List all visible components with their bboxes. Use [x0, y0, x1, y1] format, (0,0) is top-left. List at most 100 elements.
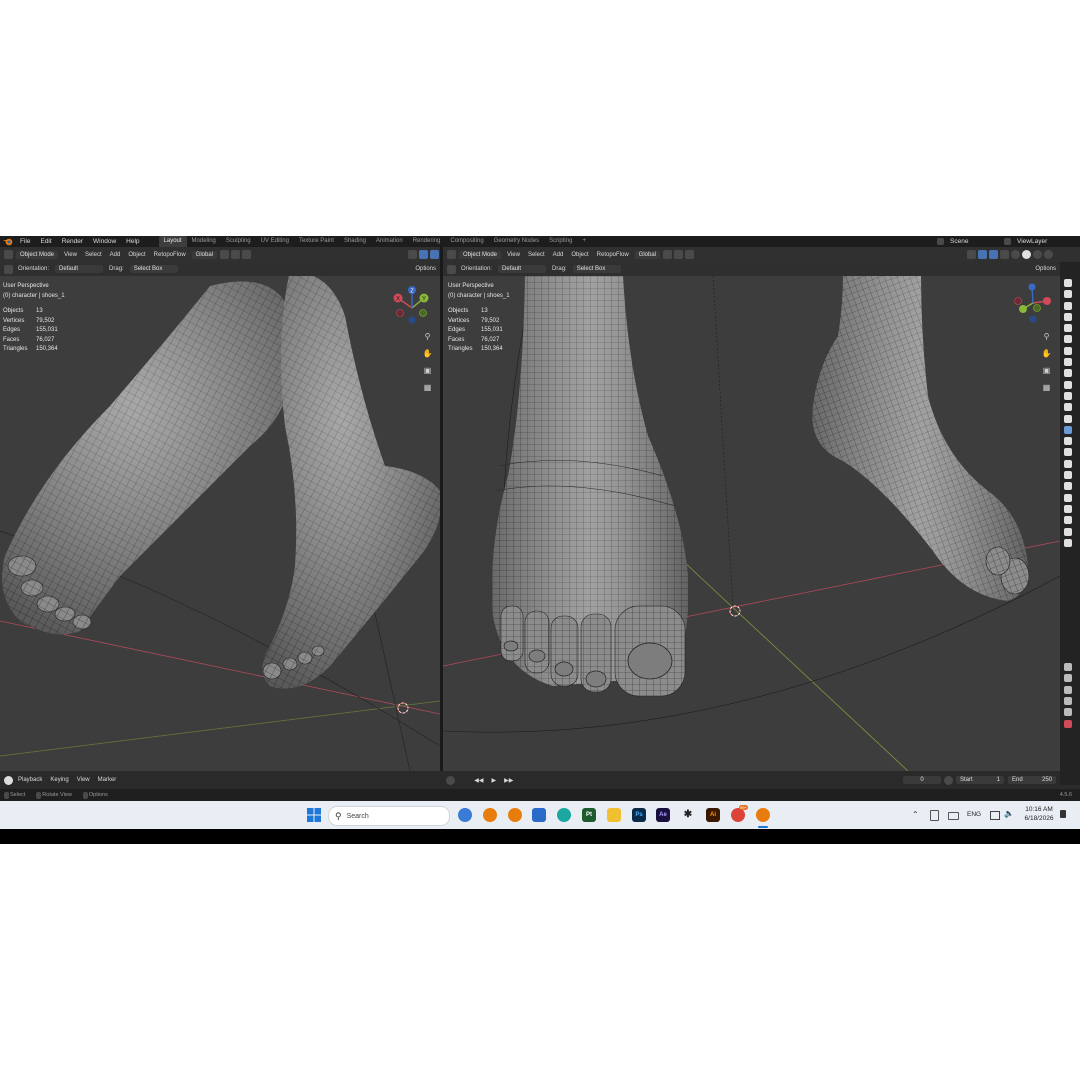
shading-rendered-icon[interactable]	[1044, 250, 1053, 259]
navigation-gizmo[interactable]: X Y Z	[390, 286, 434, 330]
view-layer-selector[interactable]: ViewLayer	[1012, 238, 1070, 245]
pivot-icon[interactable]	[242, 250, 252, 259]
camera-icon[interactable]	[1064, 493, 1072, 502]
tab-animation[interactable]: Animation	[371, 236, 408, 247]
orientation-default-dropdown[interactable]: Default	[498, 265, 547, 273]
timeline-editor-icon[interactable]	[4, 775, 13, 785]
add-menu[interactable]: Add	[106, 252, 125, 258]
store-icon[interactable]	[532, 808, 546, 822]
clock-icon[interactable]	[944, 775, 953, 785]
zoom-icon[interactable]: ⚲	[1041, 331, 1052, 342]
gizmo-toggle-icon[interactable]	[419, 250, 428, 259]
view-layer-properties-icon[interactable]	[1064, 697, 1072, 706]
mode-dropdown[interactable]: Object Mode	[16, 250, 59, 259]
illustrator-icon[interactable]: Ai	[706, 808, 720, 822]
camera-icon[interactable]	[1064, 504, 1072, 513]
camera-icon[interactable]	[1064, 312, 1072, 321]
display-icon[interactable]	[990, 811, 1000, 820]
options-dropdown[interactable]: Options	[1031, 266, 1060, 272]
drag-dropdown[interactable]: Select Box	[129, 265, 178, 273]
proportional-icon[interactable]	[674, 250, 684, 259]
camera-icon[interactable]	[1064, 335, 1072, 344]
after-effects-icon[interactable]: Ae	[656, 808, 670, 822]
mode-dropdown[interactable]: Object Mode	[459, 250, 502, 259]
camera-icon[interactable]	[1064, 279, 1072, 287]
retopoflow-menu[interactable]: RetopoFlow	[150, 252, 190, 258]
blender-logo[interactable]	[3, 237, 13, 246]
menu-render[interactable]: Render	[57, 238, 88, 245]
visibility-icon[interactable]	[967, 250, 976, 259]
marker-menu[interactable]: Marker	[94, 777, 121, 783]
drag-dropdown[interactable]: Select Box	[572, 265, 621, 273]
end-frame-field[interactable]: End 250	[1008, 776, 1056, 784]
tab-rendering[interactable]: Rendering	[408, 236, 446, 247]
tab-sculpting[interactable]: Sculpting	[221, 236, 256, 247]
orientation-default-dropdown[interactable]: Default	[55, 265, 104, 273]
menu-edit[interactable]: Edit	[35, 238, 56, 245]
proportional-icon[interactable]	[231, 250, 241, 259]
right-viewport[interactable]: User Perspective (0) character | shoes_1…	[443, 276, 1060, 771]
navigation-gizmo[interactable]	[1011, 281, 1055, 325]
add-workspace-button[interactable]: +	[577, 236, 591, 247]
record-icon[interactable]	[446, 775, 456, 785]
camera-icon[interactable]	[1064, 414, 1072, 423]
view-menu[interactable]: View	[503, 252, 524, 258]
output-properties-icon[interactable]	[1064, 685, 1072, 694]
menu-help[interactable]: Help	[121, 238, 144, 245]
tool-properties-icon[interactable]	[1064, 663, 1072, 672]
copilot-icon[interactable]	[458, 808, 472, 822]
orientation-dropdown[interactable]: Global	[191, 250, 218, 259]
volume-icon[interactable]: 🔈	[1004, 809, 1014, 818]
hand-icon[interactable]: ✋	[422, 348, 433, 359]
editor-type-icon[interactable]	[447, 250, 456, 259]
camera-icon[interactable]	[1064, 527, 1072, 536]
camera-icon[interactable]	[1064, 538, 1072, 547]
pivot-icon[interactable]	[685, 250, 695, 259]
tab-texture-paint[interactable]: Texture Paint	[294, 236, 339, 247]
select-menu[interactable]: Select	[81, 252, 106, 258]
clock[interactable]: 10:16 AM 6/18/2026	[1020, 806, 1058, 823]
gizmo-toggle-icon[interactable]	[978, 250, 987, 259]
camera-icon[interactable]	[1064, 346, 1072, 355]
camera-icon[interactable]: ▣	[1041, 365, 1052, 376]
camera-icon[interactable]	[1064, 301, 1072, 310]
render-properties-icon[interactable]	[1064, 674, 1072, 683]
camera-icon[interactable]	[1064, 482, 1072, 491]
shading-material-icon[interactable]	[1033, 250, 1042, 259]
notifications-icon[interactable]	[1060, 810, 1066, 818]
editor-type-icon[interactable]	[4, 250, 13, 259]
overlay-toggle-icon[interactable]	[989, 250, 998, 259]
orientation-dropdown[interactable]: Global	[634, 250, 661, 259]
chrome-icon[interactable]	[731, 808, 745, 822]
camera-icon[interactable]	[1064, 324, 1072, 333]
edge-icon[interactable]	[557, 808, 571, 822]
object-menu[interactable]: Object	[124, 252, 149, 258]
keying-menu[interactable]: Keying	[46, 777, 72, 783]
timeline-view-menu[interactable]: View	[73, 777, 94, 783]
camera-icon[interactable]	[1064, 437, 1072, 446]
grid-icon[interactable]: ▦	[1041, 382, 1052, 393]
jump-start-icon[interactable]: ◀◀	[470, 777, 487, 784]
camera-icon[interactable]	[1064, 290, 1072, 299]
scene-selector[interactable]: Scene	[945, 238, 1003, 245]
keyboard-icon[interactable]	[948, 812, 959, 820]
camera-icon[interactable]	[1064, 391, 1072, 400]
object-menu[interactable]: Object	[567, 252, 592, 258]
tab-shading[interactable]: Shading	[339, 236, 371, 247]
language-indicator[interactable]: ENG	[967, 811, 981, 818]
camera-icon[interactable]	[1064, 448, 1072, 457]
camera-icon[interactable]	[1064, 358, 1072, 367]
add-menu[interactable]: Add	[549, 252, 568, 258]
scene-properties-icon[interactable]	[1064, 708, 1072, 717]
menu-file[interactable]: File	[15, 238, 35, 245]
shading-wire-icon[interactable]	[1011, 250, 1020, 259]
camera-icon[interactable]	[1064, 403, 1072, 412]
shading-solid-icon[interactable]	[1022, 250, 1031, 259]
hand-icon[interactable]: ✋	[1041, 348, 1052, 359]
view-menu[interactable]: View	[60, 252, 81, 258]
current-frame-field[interactable]: 0	[903, 776, 941, 784]
taskbar-search[interactable]: ⚲ Search	[328, 806, 450, 826]
blender-taskbar-icon[interactable]	[508, 808, 522, 822]
photoshop-icon[interactable]: Ps	[632, 808, 646, 822]
playback-menu[interactable]: Playback	[14, 777, 46, 783]
